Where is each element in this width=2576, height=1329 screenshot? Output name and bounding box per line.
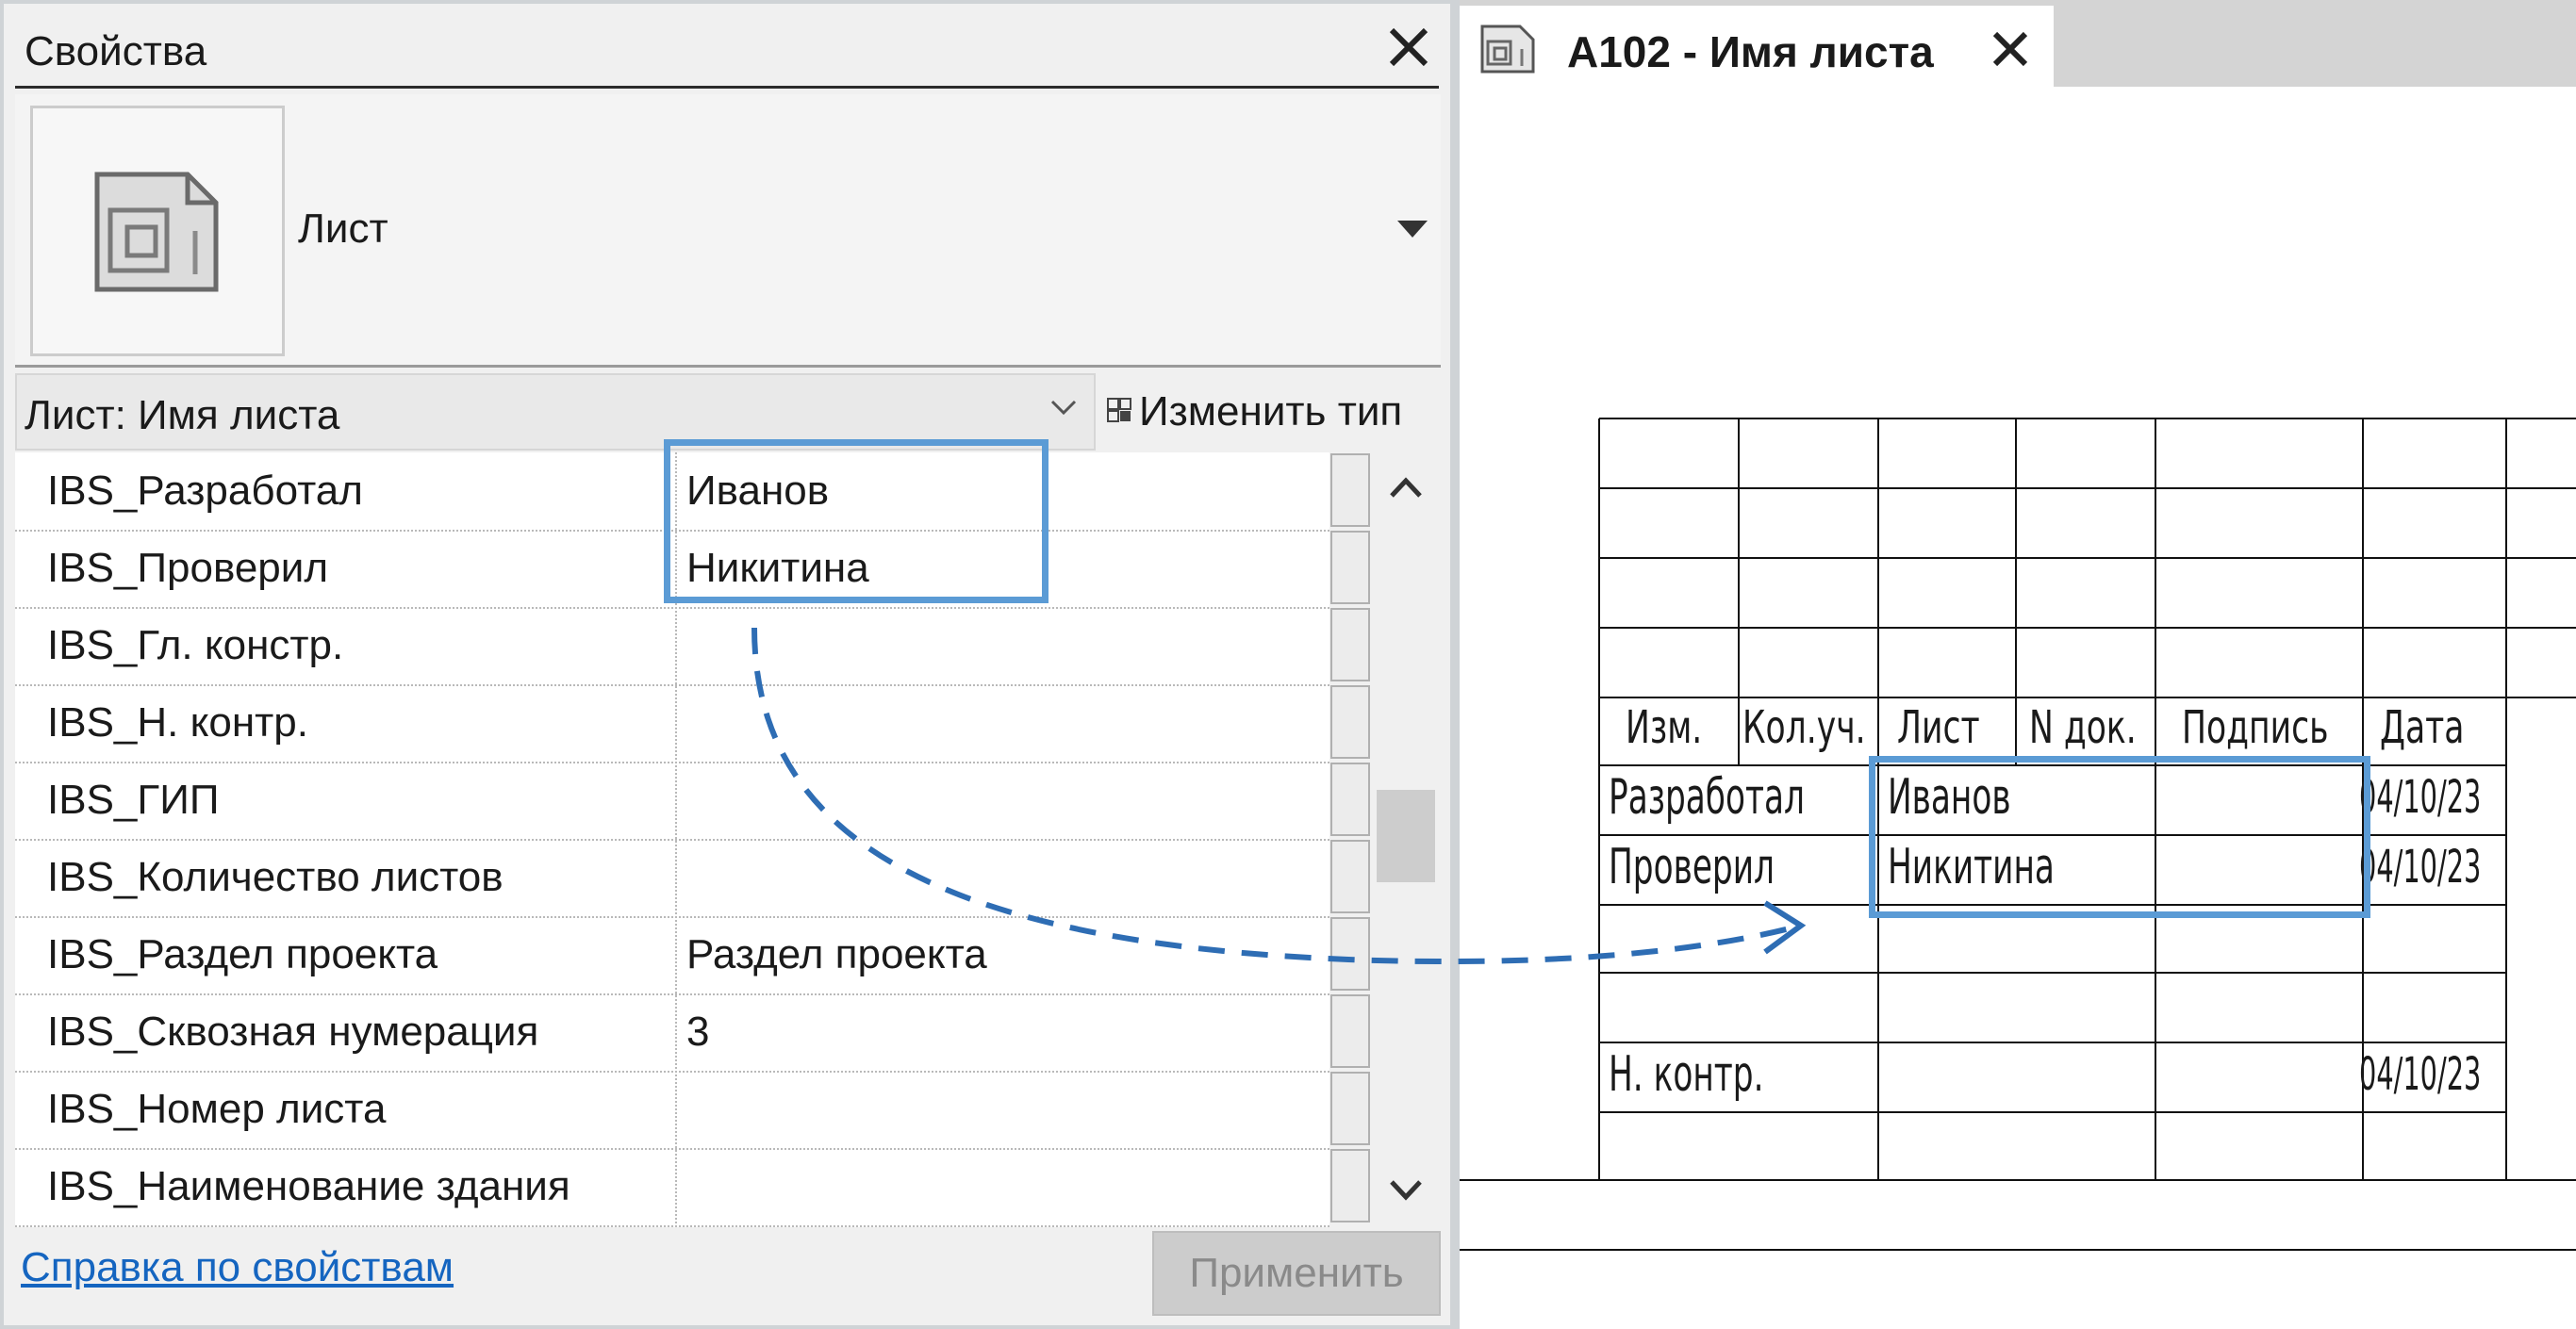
connector-arrow — [751, 627, 1807, 965]
